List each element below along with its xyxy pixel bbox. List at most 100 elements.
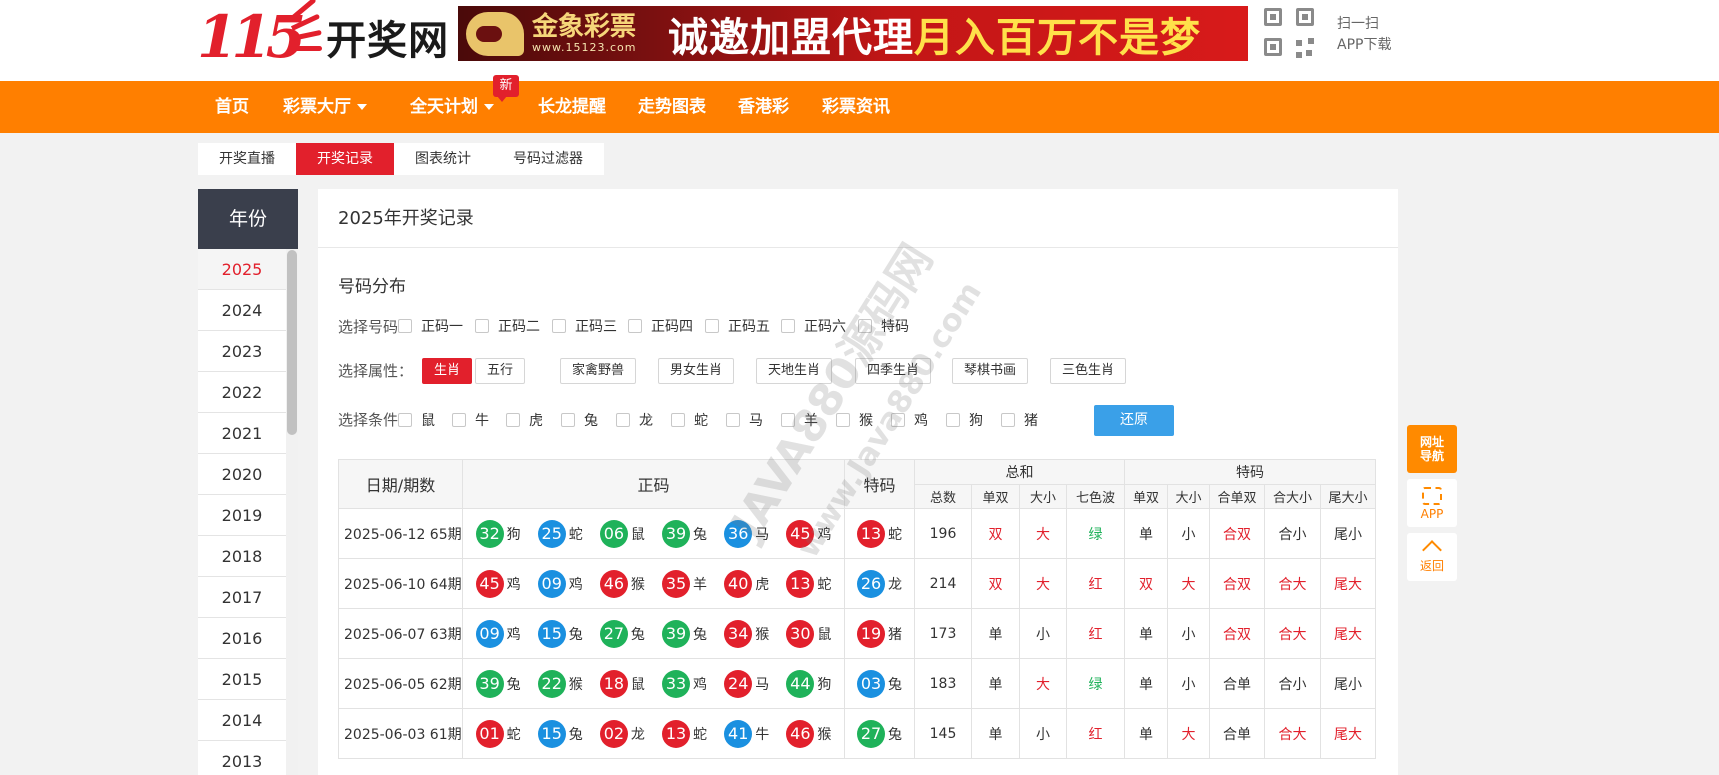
number-option-checkbox[interactable]: 特码 [858,316,909,336]
table-row: 2025-06-03 61期 01 蛇 15 兔 02 龙 13 蛇 41 牛 46 猴 27 兔 145 单小… [338,708,1376,759]
year-item-2024[interactable]: 2024 [198,290,286,331]
condition-option-checkbox[interactable]: 鼠 [398,410,435,430]
checkbox-icon [506,413,520,427]
number-ball-group: 32 狗 [475,519,521,548]
stat-cell: 单 [971,708,1020,759]
attribute-button[interactable]: 琴棋书画 [952,358,1029,384]
stat-cell: 合双 [1209,508,1265,559]
attribute-button[interactable]: 五行 [475,358,526,384]
tema-cell: 19 猪 [844,608,915,659]
draw-date-cell: 2025-06-10 64期 [338,558,463,609]
year-item-2014[interactable]: 2014 [198,700,286,741]
nav-hk-lottery[interactable]: 香港彩 [738,81,789,133]
nav-all-day-plan-label: 全天计划 [410,97,478,117]
condition-option-checkbox[interactable]: 猴 [836,410,873,430]
number-ball: 39 [662,519,691,548]
number-option-checkbox[interactable]: 正码四 [628,316,693,336]
number-option-checkbox[interactable]: 正码二 [475,316,540,336]
year-item-2018[interactable]: 2018 [198,536,286,577]
logo-wing-icon [290,0,324,64]
back-to-top-button[interactable]: 返回 [1407,533,1457,581]
attribute-button[interactable]: 家禽野兽 [560,358,637,384]
number-option-checkbox[interactable]: 正码五 [705,316,770,336]
app-download-text[interactable]: 扫一扫 APP下载 [1337,14,1391,56]
condition-option-checkbox[interactable]: 马 [726,410,763,430]
tab-chart-stats[interactable]: 图表统计 [394,143,492,175]
zodiac-label: 兔 [568,726,583,743]
special-ball-group: 19 猪 [845,619,914,648]
sub-tabs: 开奖直播 开奖记录 图表统计 号码过滤器 [198,143,604,175]
zodiac-label: 鸡 [506,626,521,643]
table-row: 2025-06-05 62期 39 兔 22 猴 18 鼠 33 鸡 24 马 44 狗 03 兔 183 单大… [338,658,1376,709]
stat-cell: 绿 [1066,508,1125,559]
attribute-button[interactable]: 三色生肖 [1050,358,1127,384]
nav-trend-chart[interactable]: 走势图表 [638,81,706,133]
condition-option-checkbox[interactable]: 牛 [452,410,489,430]
year-item-2022[interactable]: 2022 [198,372,286,413]
condition-option-checkbox[interactable]: 狗 [946,410,983,430]
app-float-label: APP [1420,507,1444,521]
year-item-2016[interactable]: 2016 [198,618,286,659]
condition-option-checkbox[interactable]: 蛇 [671,410,708,430]
condition-option-checkbox[interactable]: 虎 [506,410,543,430]
banner-brand-name: 金象彩票 [532,12,637,42]
year-item-2019[interactable]: 2019 [198,495,286,536]
zodiac-label: 蛇 [568,526,583,543]
nav-lottery-news[interactable]: 彩票资讯 [822,81,890,133]
year-item-2015[interactable]: 2015 [198,659,286,700]
year-item-2021[interactable]: 2021 [198,413,286,454]
attribute-button[interactable]: 生肖 [422,358,473,384]
nav-long-dragon[interactable]: 长龙提醒 [538,81,606,133]
condition-option-label: 猪 [1024,413,1038,429]
number-option-checkbox[interactable]: 正码六 [781,316,846,336]
ad-banner[interactable]: 金象彩票 www.15123.com 诚邀加盟代理 月入百万不是梦 [458,6,1248,61]
condition-option-checkbox[interactable]: 羊 [781,410,818,430]
number-ball-group: 06 鼠 [599,519,645,548]
year-scrollbar-thumb[interactable] [287,250,297,435]
stat-cell: 单 [1124,608,1168,659]
nav-home[interactable]: 首页 [215,81,249,133]
header-tema-group: 特码 [1124,459,1376,485]
number-option-checkbox[interactable]: 正码一 [398,316,463,336]
special-number-ball: 03 [857,669,885,698]
app-float-button[interactable]: APP [1407,479,1457,527]
reset-button[interactable]: 还原 [1094,405,1174,436]
zodiac-label: 马 [755,526,770,543]
attribute-button[interactable]: 男女生肖 [658,358,735,384]
year-item-2020[interactable]: 2020 [198,454,286,495]
qr-code-icon[interactable] [1262,6,1318,60]
number-ball-group: 40 虎 [724,569,770,598]
number-ball-group: 22 猴 [537,669,583,698]
number-option-checkbox[interactable]: 正码三 [552,316,617,336]
nav-lottery-hall[interactable]: 彩票大厅 [283,81,367,133]
condition-option-checkbox[interactable]: 鸡 [891,410,928,430]
number-ball: 13 [786,569,815,598]
header-seven-color: 七色波 [1066,484,1125,509]
site-logo[interactable]: 115 开奖网 [197,0,452,70]
condition-option-checkbox[interactable]: 龙 [616,410,653,430]
site-nav-float-button[interactable]: 网址 导航 [1407,425,1457,473]
number-option-label: 正码一 [421,319,463,335]
year-item-2025[interactable]: 2025 [198,249,286,290]
header-tema-big-small: 大小 [1167,484,1210,509]
attribute-button[interactable]: 天地生肖 [756,358,833,384]
draw-date-cell: 2025-06-12 65期 [338,508,463,559]
zodiac-label: 虎 [755,576,770,593]
tab-draw-history[interactable]: 开奖记录 [296,143,394,175]
tab-number-filter[interactable]: 号码过滤器 [492,143,604,175]
zhengma-cell: 09 鸡 15 兔 27 兔 39 兔 34 猴 30 鼠 [462,608,845,659]
condition-option-checkbox[interactable]: 猪 [1001,410,1038,430]
condition-option-label: 蛇 [694,413,708,429]
tab-live-draw[interactable]: 开奖直播 [198,143,296,175]
attribute-button[interactable]: 四季生肖 [855,358,932,384]
new-badge: 新 [493,75,519,102]
nav-all-day-plan[interactable]: 全天计划 [410,81,494,133]
year-item-2017[interactable]: 2017 [198,577,286,618]
condition-option-checkbox[interactable]: 兔 [561,410,598,430]
checkbox-icon [705,319,719,333]
header-combined-odd-even: 合单双 [1209,484,1265,509]
year-item-2023[interactable]: 2023 [198,331,286,372]
stat-cell: 单 [1124,508,1168,559]
year-item-2013[interactable]: 2013 [198,741,286,775]
number-ball: 30 [786,619,815,648]
